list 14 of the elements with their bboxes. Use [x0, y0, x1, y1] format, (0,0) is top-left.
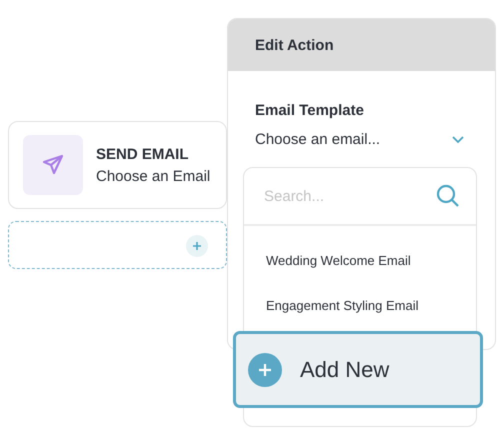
- add-step-icon[interactable]: [186, 235, 208, 257]
- paper-plane-icon: [41, 153, 65, 177]
- panel-title: Edit Action: [255, 36, 334, 54]
- action-subtitle: Choose an Email: [96, 168, 210, 184]
- add-new-button[interactable]: Add New: [233, 331, 483, 408]
- email-option[interactable]: Wedding Welcome Email: [244, 238, 476, 283]
- search-icon: [436, 184, 460, 208]
- chevron-icon: [451, 135, 465, 144]
- action-title: SEND EMAIL: [96, 146, 190, 162]
- plus-icon: [248, 352, 282, 386]
- action-card[interactable]: SEND EMAIL Choose an Email: [8, 121, 227, 209]
- field-label: Email Template: [255, 102, 364, 119]
- email-option[interactable]: Engagement Styling Email: [244, 283, 476, 328]
- template-select[interactable]: Choose an email...: [255, 131, 465, 148]
